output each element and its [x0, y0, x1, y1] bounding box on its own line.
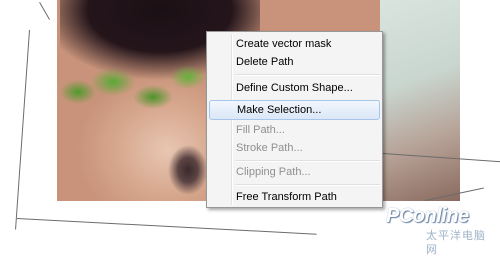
menu-item-fill-path[interactable]: Fill Path...	[209, 120, 380, 140]
menu-separator	[235, 74, 380, 76]
photo-bracelet	[168, 145, 208, 195]
menu-item-make-selection[interactable]: Make Selection...	[209, 100, 380, 120]
path-line	[15, 29, 30, 230]
menu-item-delete-path[interactable]: Delete Path	[209, 52, 380, 72]
menu-item-define-custom-shape[interactable]: Define Custom Shape...	[209, 78, 380, 98]
watermark-logo: PConline	[386, 205, 469, 227]
menu-item-free-transform-path[interactable]: Free Transform Path	[209, 187, 380, 207]
menu-item-stroke-path[interactable]: Stroke Path...	[209, 138, 380, 158]
pconline-watermark: PConline 太平洋电脑网	[386, 205, 496, 256]
menu-item-clipping-path[interactable]: Clipping Path...	[209, 162, 380, 182]
context-menu: Create vector mask Delete Path Define Cu…	[206, 31, 383, 208]
path-line	[39, 2, 50, 20]
photo-right-figure	[380, 0, 460, 201]
photo-leaves	[58, 42, 208, 117]
path-line	[16, 218, 317, 235]
watermark-subtitle: 太平洋电脑网	[426, 230, 486, 256]
menu-item-create-vector-mask[interactable]: Create vector mask	[209, 34, 380, 54]
menu-separator	[235, 184, 380, 186]
